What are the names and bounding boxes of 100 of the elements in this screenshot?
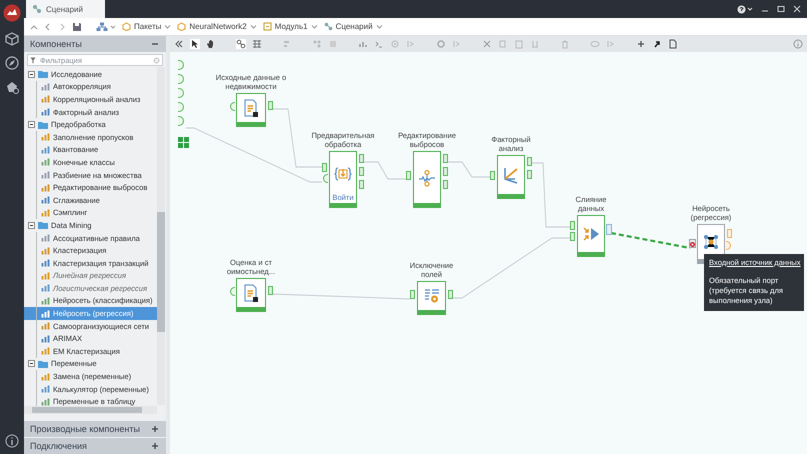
component-icon [41,310,50,318]
input-port[interactable] [230,102,235,111]
folder-icon [38,120,48,129]
link-icon[interactable] [312,39,322,49]
connection-line[interactable] [610,232,690,250]
input-port[interactable] [230,287,235,296]
plus-icon[interactable] [151,442,159,450]
copy-icon[interactable] [498,39,508,49]
pin-icon[interactable] [636,39,646,49]
panel-title: Производные компоненты [30,424,140,434]
step-icon[interactable] [406,39,416,49]
process-node[interactable] [417,281,446,315]
component-icon [41,158,50,166]
save-icon[interactable] [72,22,82,32]
component-icon [41,259,50,268]
collapsed-panel[interactable]: Производные компоненты [24,421,166,437]
breadcrumb[interactable]: Модуль1 [262,22,318,31]
input-port[interactable] [689,239,696,248]
error-icon [690,242,695,247]
component-icon [41,95,50,104]
component-icon [41,108,50,116]
scrollbar[interactable] [24,406,157,414]
component-icon [41,196,50,204]
input-port[interactable] [410,290,415,299]
info-icon[interactable] [5,434,19,448]
connection-line[interactable] [272,294,410,300]
step-icon[interactable] [452,39,462,49]
component-icon [41,184,50,192]
help-icon[interactable] [737,4,753,14]
filter-icon [30,56,36,64]
collapse-icon[interactable] [28,121,35,128]
terminal-icon[interactable] [374,39,384,49]
process-node[interactable] [577,215,605,257]
breadcrumb[interactable]: NeuralNetwork2 [177,22,257,31]
package-icon [122,22,131,31]
input-port[interactable] [490,171,495,180]
panel-title: Подключения [30,441,87,451]
scrollbar[interactable] [157,67,165,405]
output-port[interactable] [268,286,273,295]
chart-icon[interactable] [358,39,368,49]
columns-icon[interactable] [530,39,540,49]
process-node[interactable] [497,155,525,199]
nodes-icon[interactable] [236,39,246,49]
paste-icon[interactable] [514,39,524,49]
cube-icon[interactable] [5,32,19,46]
component-icon [41,208,50,217]
hierarchy-icon[interactable] [96,22,116,32]
close-icon[interactable] [793,5,801,13]
component-icon [41,171,50,180]
panel-header[interactable]: Компоненты [24,36,166,52]
compass-icon[interactable] [5,56,19,70]
plus-icon[interactable] [151,425,159,433]
eye-icon[interactable] [590,39,600,49]
connection-line[interactable] [530,162,570,228]
breadcrumb[interactable]: Сценарий [324,22,383,31]
collapse-icon[interactable] [28,360,35,368]
process-node[interactable] [236,278,266,312]
up-icon[interactable] [30,22,38,30]
record-icon[interactable] [390,39,400,49]
grid-icon[interactable] [252,39,262,49]
document-icon[interactable] [668,39,678,49]
breadcrumb[interactable]: Пакеты [122,22,172,31]
component-icon [41,146,50,154]
window-tab[interactable]: Сценарий [26,0,105,18]
caret-icon [164,23,172,30]
forward-icon[interactable] [58,22,66,30]
scissors-icon[interactable] [482,39,492,49]
component-icon [41,398,50,406]
collapse-icon[interactable] [28,222,35,229]
chevrons-icon[interactable] [174,39,184,49]
process-node[interactable] [413,151,441,208]
hand-icon[interactable] [206,39,216,49]
back-icon[interactable] [44,22,52,30]
arrow-icon[interactable] [652,39,662,49]
caret-icon [310,23,318,30]
folder-icon [38,221,48,230]
connection-line[interactable] [362,162,406,180]
package-icon [177,22,186,31]
process-node[interactable] [236,93,266,127]
grid-icon[interactable] [178,137,189,148]
connection-line[interactable] [446,162,490,178]
align-icon[interactable] [282,39,292,49]
app-logo[interactable] [3,4,21,22]
input-port[interactable] [406,171,411,180]
output-port[interactable] [606,224,612,235]
clear-icon[interactable] [153,56,160,64]
component-icon [41,322,50,330]
cursor-icon[interactable] [190,39,200,49]
connection-line[interactable] [452,238,570,298]
maximize-icon[interactable] [777,5,785,13]
trash-icon[interactable] [560,39,570,49]
component-icon [41,347,50,356]
component-icon [41,133,50,142]
axes-icon [502,166,520,184]
component-icon [41,272,50,280]
output-port[interactable] [268,101,273,110]
collapse-icon[interactable] [28,70,35,78]
collapsed-panel[interactable]: Подключения [24,438,166,454]
output-port[interactable] [448,290,453,299]
step-icon[interactable] [606,39,616,49]
